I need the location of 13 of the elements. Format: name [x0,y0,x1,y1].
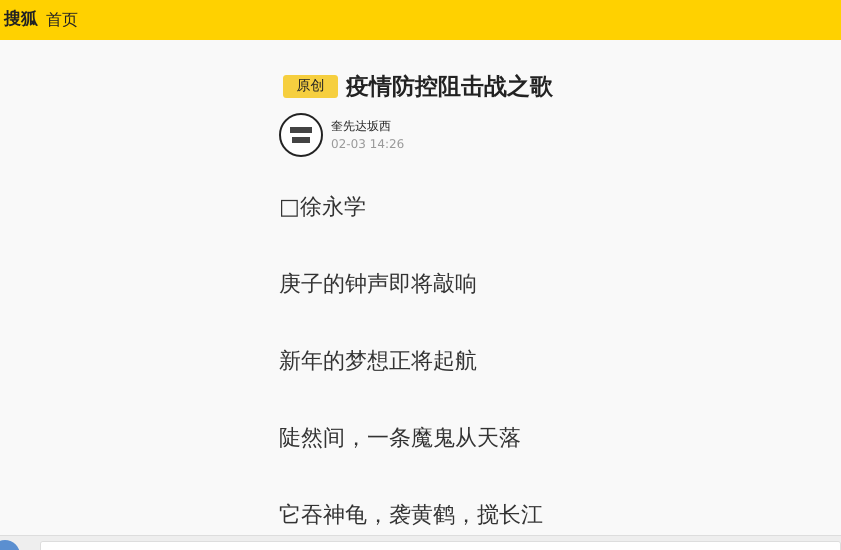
poem-line: 它吞神龟，袭黄鹤，搅长江 [279,502,544,530]
original-tag: 原创 [283,75,338,98]
site-logo[interactable]: 搜狐 [4,7,38,33]
author-name[interactable]: 奎先达坂西 [331,116,404,135]
poem-line: □徐永学 [279,194,367,222]
poem-line: 陡然间，一条魔鬼从天落 [279,424,522,453]
poem-line: 新年的梦想正将起航 [279,348,478,376]
home-link[interactable]: 首页 [46,8,78,32]
avatar-icon[interactable] [279,112,323,157]
comment-field[interactable] [40,541,841,550]
publish-time: 02-03 14:26 [331,136,404,153]
poem-line: 庚子的钟声即将敲响 [279,270,478,299]
article-title: 疫情防控阻击战之歌 [346,73,553,101]
